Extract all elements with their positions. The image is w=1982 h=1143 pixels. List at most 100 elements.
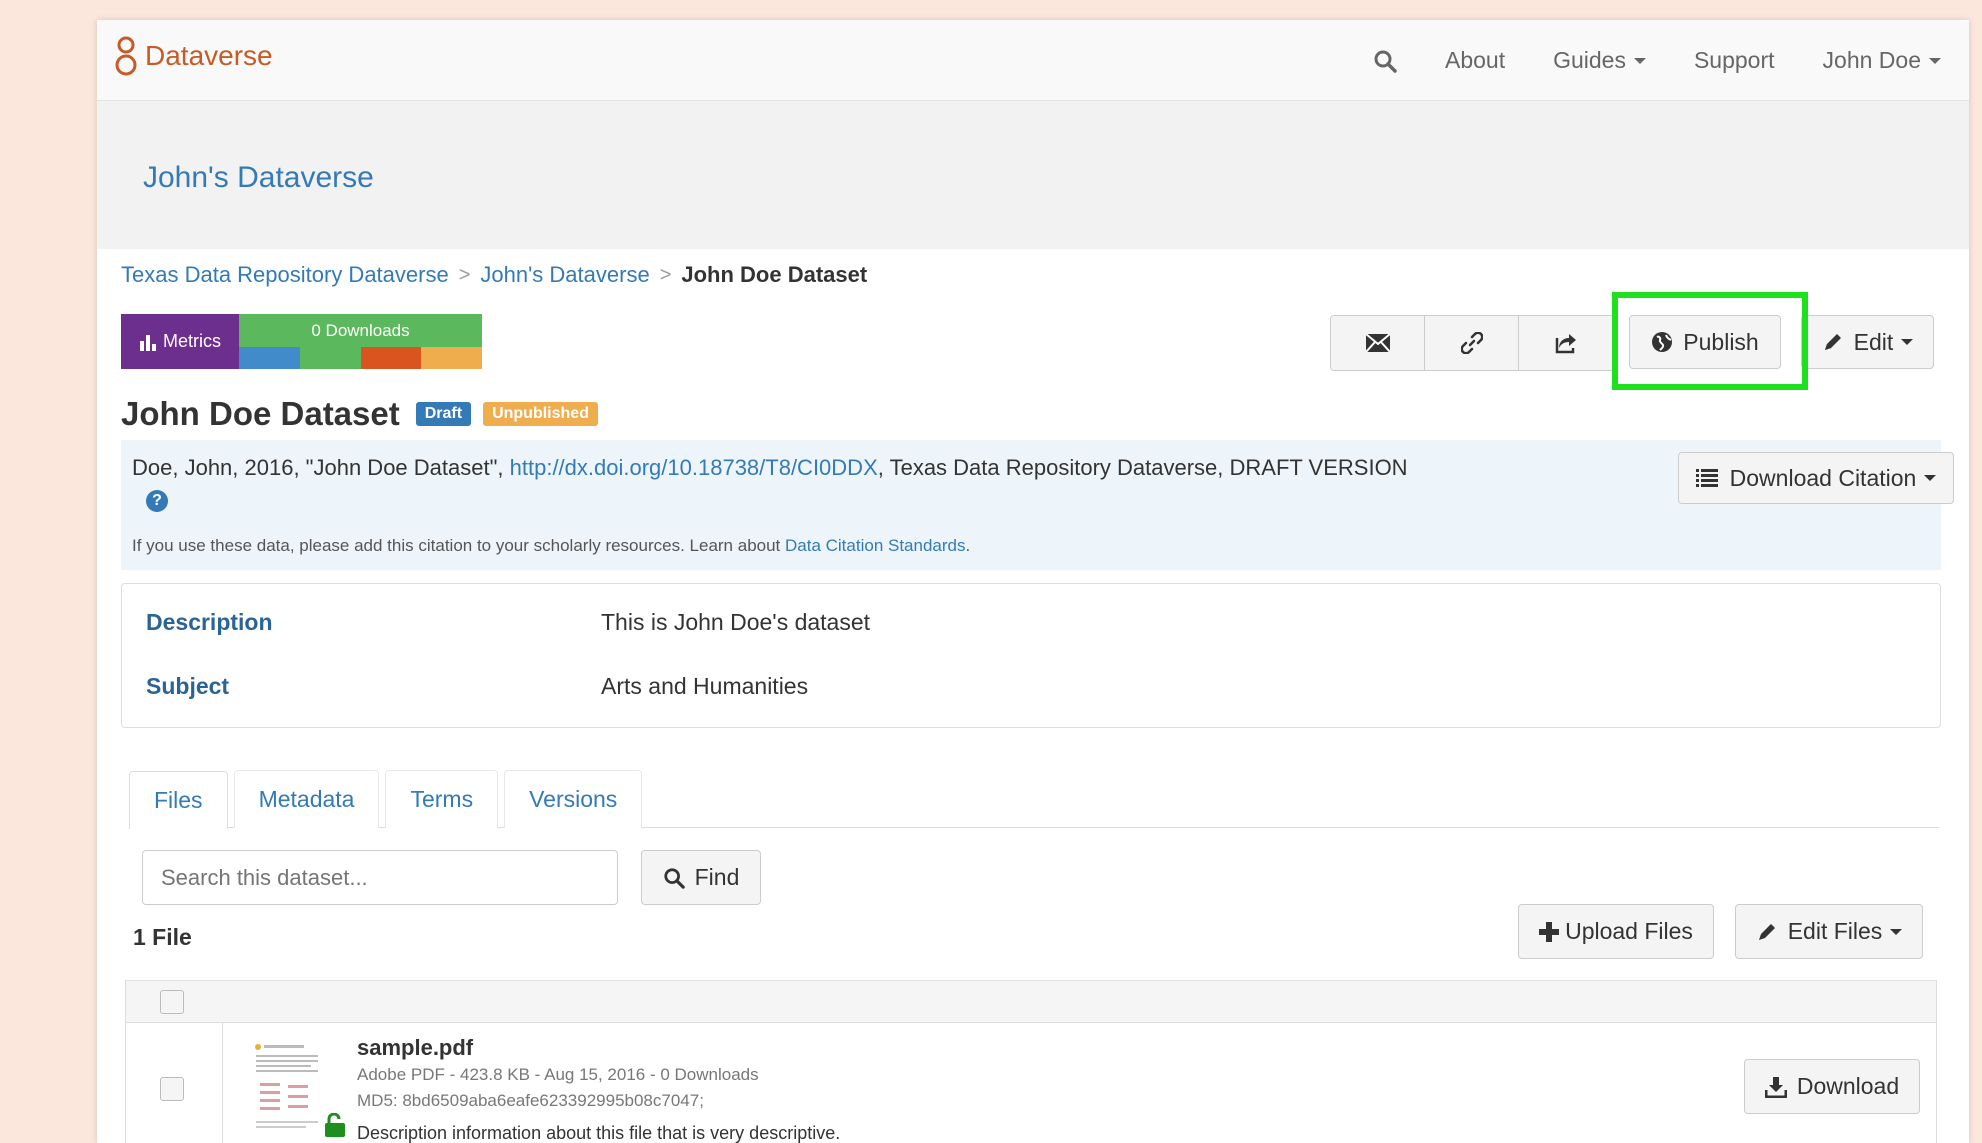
nav-user-label: John Doe xyxy=(1822,47,1921,73)
citation-doi-link[interactable]: http://dx.doi.org/10.18738/T8/CI0DDX xyxy=(510,455,878,480)
dataverse-header: John's Dataverse xyxy=(97,101,1969,249)
metadata-key: Subject xyxy=(146,673,230,699)
search-icon[interactable] xyxy=(1373,49,1397,73)
publish-highlight-box xyxy=(1612,292,1808,390)
metrics-downloads-bar: 0 Downloads xyxy=(239,314,482,369)
contact-button[interactable] xyxy=(1331,316,1425,370)
tab-files[interactable]: Files xyxy=(129,771,228,829)
bar-chart-icon xyxy=(140,334,156,351)
nav-guides-label: Guides xyxy=(1553,47,1626,73)
citation-standards-link[interactable]: Data Citation Standards xyxy=(785,536,966,555)
navbar: Dataverse About Guides Support John Doe xyxy=(97,20,1969,101)
pdf-thumbnail-icon[interactable] xyxy=(252,1041,322,1133)
breadcrumb-separator: > xyxy=(659,263,672,286)
dataset-tabs: Files Metadata Terms Versions xyxy=(129,770,1939,829)
pencil-icon xyxy=(1758,923,1775,940)
nav-support[interactable]: Support xyxy=(1694,47,1775,74)
citation-text: Doe, John, 2016, "John Doe Dataset", htt… xyxy=(132,452,1412,516)
plus-icon xyxy=(1539,921,1560,942)
caret-down-icon xyxy=(1890,928,1903,935)
download-citation-button[interactable]: Download Citation xyxy=(1678,452,1954,504)
unlocked-padlock-icon xyxy=(325,1113,345,1137)
download-icon xyxy=(1764,1076,1787,1098)
envelope-icon xyxy=(1365,334,1390,352)
breadcrumb: Texas Data Repository Dataverse > John's… xyxy=(121,262,867,288)
list-icon xyxy=(1695,469,1718,487)
find-button[interactable]: Find xyxy=(641,850,761,905)
pencil-icon xyxy=(1824,334,1841,350)
unpublished-badge: Unpublished xyxy=(483,402,598,426)
share-button[interactable] xyxy=(1519,316,1613,370)
help-icon[interactable]: ? xyxy=(146,490,168,513)
file-row-checkbox[interactable] xyxy=(160,1077,184,1101)
edit-dataset-label: Edit xyxy=(1853,328,1894,355)
file-name[interactable]: sample.pdf xyxy=(357,1035,473,1061)
metrics-strip-segment xyxy=(360,347,422,369)
file-meta: Adobe PDF - 423.8 KB - Aug 15, 2016 - 0 … xyxy=(357,1065,759,1084)
citation-prefix: Doe, John, 2016, "John Doe Dataset", xyxy=(132,455,510,480)
metrics-strip-segment xyxy=(299,347,361,369)
link-icon xyxy=(1460,332,1483,354)
file-md5: MD5: 8bd6509aba6eafe623392995b08c7047; xyxy=(357,1091,704,1110)
column-divider xyxy=(222,1023,223,1143)
citation-note: If you use these data, please add this c… xyxy=(132,536,970,556)
files-table-header xyxy=(126,981,1936,1023)
nav-guides[interactable]: Guides xyxy=(1553,47,1646,74)
file-description: Description information about this file … xyxy=(357,1123,841,1143)
breadcrumb-root[interactable]: Texas Data Repository Dataverse xyxy=(121,262,449,288)
caret-down-icon xyxy=(1901,339,1914,345)
find-button-label: Find xyxy=(694,864,740,890)
edit-files-button[interactable]: Edit Files xyxy=(1735,904,1923,959)
dataset-title: John Doe Dataset xyxy=(121,395,400,432)
tab-metadata[interactable]: Metadata xyxy=(233,770,380,828)
upload-files-label: Upload Files xyxy=(1565,918,1693,944)
breadcrumb-current: John Doe Dataset xyxy=(681,262,868,287)
metrics-widget[interactable]: Metrics 0 Downloads xyxy=(121,314,482,369)
brand-name: Dataverse xyxy=(145,40,273,71)
metrics-strip-segment xyxy=(421,347,482,369)
download-file-label: Download xyxy=(1796,1073,1900,1099)
metadata-value: This is John Doe's dataset xyxy=(601,609,871,635)
caret-down-icon xyxy=(1924,475,1937,481)
metadata-summary: Description This is John Doe's dataset S… xyxy=(121,583,1941,728)
download-citation-label: Download Citation xyxy=(1729,464,1917,491)
link-button[interactable] xyxy=(1425,316,1519,370)
edit-dataset-button[interactable]: Edit xyxy=(1801,315,1934,369)
select-all-checkbox[interactable] xyxy=(160,990,184,1014)
metrics-color-strip xyxy=(239,347,482,369)
search-icon xyxy=(664,867,685,889)
nav-about[interactable]: About xyxy=(1445,47,1505,74)
share-button-group xyxy=(1330,315,1614,371)
metadata-value: Arts and Humanities xyxy=(601,673,809,699)
draft-badge: Draft xyxy=(415,402,472,426)
breadcrumb-separator: > xyxy=(458,263,471,286)
tab-terms[interactable]: Terms xyxy=(385,770,499,828)
files-table: sample.pdf Adobe PDF - 423.8 KB - Aug 15… xyxy=(125,980,1937,1143)
dataset-search-input[interactable] xyxy=(142,850,618,905)
share-icon xyxy=(1555,334,1576,354)
breadcrumb-parent[interactable]: John's Dataverse xyxy=(480,262,649,288)
edit-files-label: Edit Files xyxy=(1787,918,1883,944)
brand-logo[interactable]: Dataverse xyxy=(115,34,273,78)
metadata-key: Description xyxy=(146,609,273,635)
citation-note-text: If you use these data, please add this c… xyxy=(132,536,785,555)
tab-versions[interactable]: Versions xyxy=(504,770,643,828)
citation-box: Doe, John, 2016, "John Doe Dataset", htt… xyxy=(121,440,1954,570)
metrics-downloads: 0 Downloads xyxy=(239,314,482,347)
file-count: 1 File xyxy=(133,924,192,950)
file-row: sample.pdf Adobe PDF - 423.8 KB - Aug 15… xyxy=(126,1023,1936,1143)
metadata-row-description: Description This is John Doe's dataset xyxy=(146,609,870,636)
dataverse-title-link[interactable]: John's Dataverse xyxy=(143,161,374,195)
metrics-label: Metrics xyxy=(121,314,239,369)
caret-down-icon xyxy=(1929,57,1941,64)
dataset-title-row: John Doe Dataset Draft Unpublished xyxy=(121,395,610,433)
metrics-strip-segment xyxy=(239,347,300,369)
metrics-label-text: Metrics xyxy=(163,331,221,351)
nav-user-menu[interactable]: John Doe xyxy=(1823,47,1941,74)
caret-down-icon xyxy=(1633,57,1646,64)
metadata-row-subject: Subject Arts and Humanities xyxy=(146,673,808,700)
download-file-button[interactable]: Download xyxy=(1744,1059,1920,1114)
citation-suffix: , Texas Data Repository Dataverse, DRAFT… xyxy=(877,455,1408,480)
citation-note-end: . xyxy=(965,536,971,555)
upload-files-button[interactable]: Upload Files xyxy=(1518,904,1714,959)
